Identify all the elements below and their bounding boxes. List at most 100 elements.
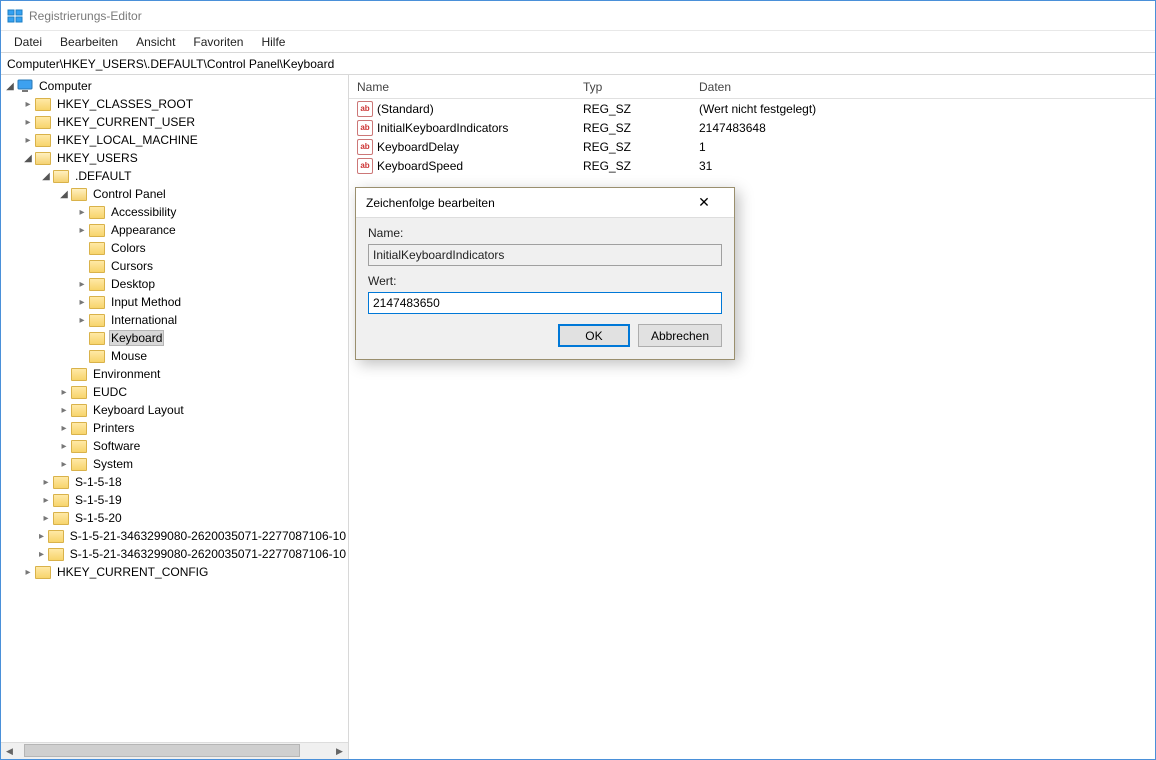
value-name: (Standard)	[377, 102, 434, 116]
folder-icon	[53, 510, 69, 526]
column-header-name[interactable]: Name	[349, 80, 575, 94]
close-icon: ✕	[698, 194, 710, 211]
menu-file[interactable]: Datei	[5, 33, 51, 51]
tree-label: Cursors	[109, 259, 155, 273]
chevron-right-icon[interactable]: ▸	[57, 385, 71, 399]
chevron-down-icon[interactable]: ◢	[57, 187, 71, 201]
tree-item-eudc[interactable]: ▸ EUDC	[1, 383, 348, 401]
folder-icon	[48, 546, 64, 562]
chevron-right-icon[interactable]: ▸	[39, 493, 53, 507]
chevron-right-icon[interactable]: ▸	[35, 529, 48, 543]
chevron-right-icon[interactable]: ▸	[39, 511, 53, 525]
chevron-right-icon[interactable]: ▸	[21, 565, 35, 579]
tree-item-keyboard[interactable]: ▸ Keyboard	[1, 329, 348, 347]
tree-item-s1520[interactable]: ▸ S-1-5-20	[1, 509, 348, 527]
menu-help[interactable]: Hilfe	[252, 33, 294, 51]
close-button[interactable]: ✕	[684, 188, 724, 217]
tree-label: System	[91, 457, 135, 471]
list-row[interactable]: abInitialKeyboardIndicatorsREG_SZ2147483…	[349, 118, 1155, 137]
dialog-name-label: Name:	[368, 226, 722, 240]
chevron-down-icon[interactable]: ◢	[3, 79, 17, 93]
folder-icon	[89, 240, 105, 256]
addressbar[interactable]: Computer\HKEY_USERS\.DEFAULT\Control Pan…	[1, 53, 1155, 75]
value-type: REG_SZ	[583, 140, 631, 154]
tree-item-hkcc[interactable]: ▸ HKEY_CURRENT_CONFIG	[1, 563, 348, 581]
folder-icon	[35, 96, 51, 112]
tree-item-hklm[interactable]: ▸ HKEY_LOCAL_MACHINE	[1, 131, 348, 149]
chevron-right-icon[interactable]: ▸	[57, 421, 71, 435]
cancel-button[interactable]: Abbrechen	[638, 324, 722, 347]
scroll-thumb[interactable]	[24, 744, 299, 757]
folder-icon	[35, 564, 51, 580]
list-row[interactable]: ab(Standard)REG_SZ(Wert nicht festgelegt…	[349, 99, 1155, 118]
list-row[interactable]: abKeyboardSpeedREG_SZ31	[349, 156, 1155, 175]
tree-item-sid-b[interactable]: ▸ S-1-5-21-3463299080-2620035071-2277087…	[1, 545, 348, 563]
scroll-left-icon[interactable]: ◀	[1, 743, 18, 759]
tree-label: S-1-5-20	[73, 511, 124, 525]
tree-item-cursors[interactable]: ▸ Cursors	[1, 257, 348, 275]
dialog-name-field[interactable]	[368, 244, 722, 266]
chevron-right-icon[interactable]: ▸	[21, 97, 35, 111]
chevron-right-icon[interactable]: ▸	[39, 475, 53, 489]
scroll-track[interactable]	[18, 743, 331, 759]
tree-item-input-method[interactable]: ▸ Input Method	[1, 293, 348, 311]
tree-item-international[interactable]: ▸ International	[1, 311, 348, 329]
tree-item-s1519[interactable]: ▸ S-1-5-19	[1, 491, 348, 509]
tree-item-appearance[interactable]: ▸ Appearance	[1, 221, 348, 239]
tree-item-system[interactable]: ▸ System	[1, 455, 348, 473]
tree-item-computer[interactable]: ◢ Computer	[1, 77, 348, 95]
chevron-right-icon[interactable]: ▸	[57, 439, 71, 453]
chevron-right-icon[interactable]: ▸	[21, 133, 35, 147]
chevron-right-icon[interactable]: ▸	[21, 115, 35, 129]
chevron-right-icon[interactable]: ▸	[75, 277, 89, 291]
chevron-right-icon[interactable]: ▸	[75, 295, 89, 309]
chevron-right-icon[interactable]: ▸	[57, 457, 71, 471]
chevron-right-icon[interactable]: ▸	[57, 403, 71, 417]
value-data: (Wert nicht festgelegt)	[699, 102, 816, 116]
tree-horizontal-scrollbar[interactable]: ◀ ▶	[1, 742, 348, 759]
menu-view[interactable]: Ansicht	[127, 33, 184, 51]
chevron-right-icon[interactable]: ▸	[35, 547, 48, 561]
menu-favorites[interactable]: Favoriten	[184, 33, 252, 51]
tree-item-accessibility[interactable]: ▸ Accessibility	[1, 203, 348, 221]
tree-item-environment[interactable]: ▸ Environment	[1, 365, 348, 383]
value-name: KeyboardDelay	[377, 140, 459, 154]
folder-icon	[71, 438, 87, 454]
tree-item-hkcu[interactable]: ▸ HKEY_CURRENT_USER	[1, 113, 348, 131]
chevron-down-icon[interactable]: ◢	[39, 169, 53, 183]
folder-icon	[48, 528, 64, 544]
value-name: KeyboardSpeed	[377, 159, 463, 173]
chevron-down-icon[interactable]: ◢	[21, 151, 35, 165]
list-row[interactable]: abKeyboardDelayREG_SZ1	[349, 137, 1155, 156]
scroll-right-icon[interactable]: ▶	[331, 743, 348, 759]
tree-item-printers[interactable]: ▸ Printers	[1, 419, 348, 437]
column-header-type[interactable]: Typ	[575, 80, 691, 94]
tree-item-default[interactable]: ◢ .DEFAULT	[1, 167, 348, 185]
tree-item-desktop[interactable]: ▸ Desktop	[1, 275, 348, 293]
folder-icon	[89, 348, 105, 364]
chevron-right-icon[interactable]: ▸	[75, 313, 89, 327]
tree-item-hkcr[interactable]: ▸ HKEY_CLASSES_ROOT	[1, 95, 348, 113]
tree-item-control-panel[interactable]: ◢ Control Panel	[1, 185, 348, 203]
dialog-value-field[interactable]	[368, 292, 722, 314]
column-header-data[interactable]: Daten	[691, 80, 1155, 94]
tree-item-software[interactable]: ▸ Software	[1, 437, 348, 455]
tree-item-mouse[interactable]: ▸ Mouse	[1, 347, 348, 365]
chevron-right-icon[interactable]: ▸	[75, 223, 89, 237]
tree-label: HKEY_CLASSES_ROOT	[55, 97, 195, 111]
tree-item-colors[interactable]: ▸ Colors	[1, 239, 348, 257]
tree-item-keyboard-layout[interactable]: ▸ Keyboard Layout	[1, 401, 348, 419]
string-value-icon: ab	[357, 120, 373, 136]
value-type: REG_SZ	[583, 121, 631, 135]
tree-item-sid-a[interactable]: ▸ S-1-5-21-3463299080-2620035071-2277087…	[1, 527, 348, 545]
ok-button[interactable]: OK	[558, 324, 630, 347]
folder-icon	[71, 402, 87, 418]
folder-icon	[71, 420, 87, 436]
chevron-right-icon[interactable]: ▸	[75, 205, 89, 219]
value-data: 31	[699, 159, 712, 173]
tree-item-hku[interactable]: ◢ HKEY_USERS	[1, 149, 348, 167]
menu-edit[interactable]: Bearbeiten	[51, 33, 127, 51]
tree-label: Keyboard Layout	[91, 403, 186, 417]
tree-item-s1518[interactable]: ▸ S-1-5-18	[1, 473, 348, 491]
value-type: REG_SZ	[583, 102, 631, 116]
